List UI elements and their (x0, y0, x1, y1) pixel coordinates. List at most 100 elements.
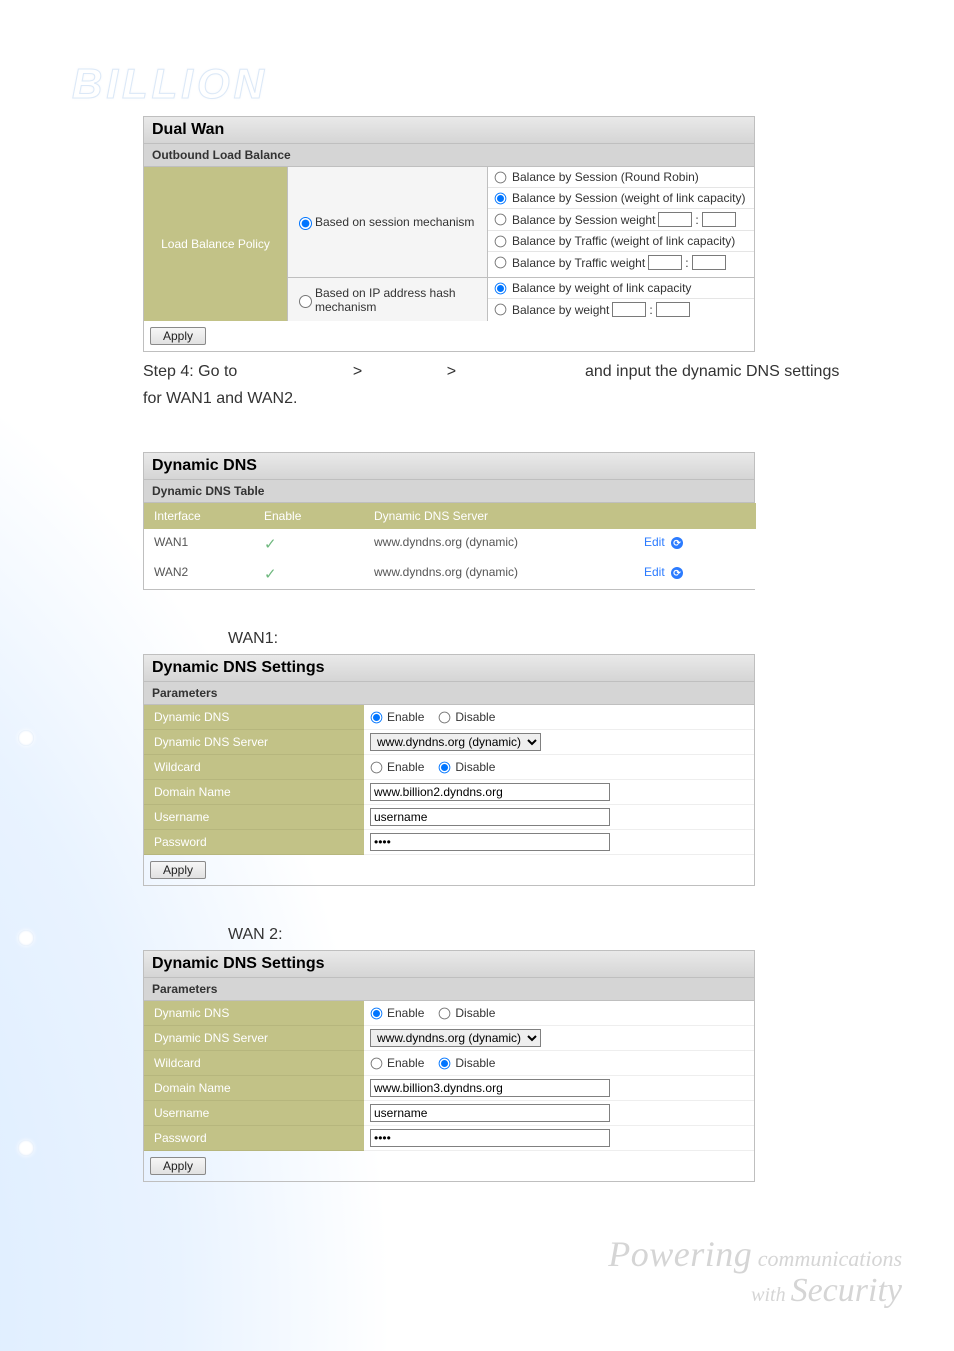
table-row: WAN2✓www.dyndns.org (dynamic)Edit ⟳ (144, 559, 754, 589)
weight-input[interactable] (702, 212, 736, 227)
balance-option-label: Balance by Traffic (weight of link capac… (512, 234, 735, 248)
footer-word: communications (752, 1246, 902, 1271)
balance-option-radio[interactable] (495, 282, 507, 294)
balance-option[interactable]: Balance by Session (Round Robin) (488, 167, 754, 188)
password-input[interactable] (370, 833, 610, 851)
param-value-wildcard: EnableDisable (364, 1051, 754, 1076)
balance-option-radio[interactable] (495, 304, 507, 316)
cell-enable: ✓ (254, 559, 364, 589)
check-icon: ✓ (264, 566, 277, 583)
balance-option-radio[interactable] (495, 235, 507, 247)
cell-enable: ✓ (254, 529, 364, 559)
cell-server: www.dyndns.org (dynamic) (364, 529, 634, 559)
panel-subtitle: Outbound Load Balance (144, 144, 754, 167)
param-label-domain: Domain Name (144, 1076, 364, 1101)
param-value-domain (364, 780, 754, 805)
balance-option-radio[interactable] (495, 171, 507, 183)
footer-word: with (751, 1284, 790, 1306)
dynamic-dns-table-panel: Dynamic DNS Dynamic DNS Table Interface … (143, 452, 755, 590)
param-label-wildcard: Wildcard (144, 755, 364, 780)
enable-radio[interactable] (371, 1008, 383, 1020)
weight-input[interactable] (656, 302, 690, 317)
server-select[interactable]: www.dyndns.org (dynamic) (370, 733, 541, 751)
enable-label: Enable (387, 760, 424, 774)
balance-option[interactable]: Balance by Traffic weight: (488, 252, 754, 273)
param-row: Username (144, 1101, 754, 1126)
param-label-pass: Password (144, 830, 364, 855)
edit-link[interactable]: Edit (644, 565, 665, 579)
footer-tagline: Powering communications with Security (608, 1236, 902, 1309)
param-label-server: Dynamic DNS Server (144, 1026, 364, 1051)
param-label-dyn: Dynamic DNS (144, 1001, 364, 1026)
server-select[interactable]: www.dyndns.org (dynamic) (370, 1029, 541, 1047)
domain-input[interactable] (370, 783, 610, 801)
param-label-user: Username (144, 1101, 364, 1126)
weight-input[interactable] (648, 255, 682, 270)
password-input[interactable] (370, 1129, 610, 1147)
disable-radio[interactable] (439, 1008, 451, 1020)
balance-option-label: Balance by weight (512, 303, 609, 317)
param-row: Domain Name (144, 780, 754, 805)
ddns-title: Dynamic DNS (144, 453, 754, 480)
param-row: WildcardEnableDisable (144, 1051, 754, 1076)
col-server: Dynamic DNS Server (364, 503, 634, 529)
balance-option[interactable]: Balance by Session (weight of link capac… (488, 188, 754, 209)
mode-ip-hash-mechanism[interactable]: Based on IP address hash mechanism (288, 278, 488, 321)
param-value-wildcard: EnableDisable (364, 755, 754, 780)
balance-option[interactable]: Balance by weight: (488, 299, 754, 320)
balance-option[interactable]: Balance by Session weight: (488, 209, 754, 231)
weight-input[interactable] (658, 212, 692, 227)
param-label-user: Username (144, 805, 364, 830)
apply-button[interactable]: Apply (150, 327, 206, 345)
iphash-options-group: Balance by weight of link capacity Balanc… (488, 278, 754, 321)
balance-option-radio[interactable] (495, 214, 507, 226)
enable-label: Enable (387, 1056, 424, 1070)
param-label-wildcard: Wildcard (144, 1051, 364, 1076)
edit-link[interactable]: Edit (644, 535, 665, 549)
cell-server: www.dyndns.org (dynamic) (364, 559, 634, 589)
mode-ip-hash-radio[interactable] (299, 295, 312, 308)
col-interface: Interface (144, 503, 254, 529)
weight-input[interactable] (692, 255, 726, 270)
ddns-subtitle: Dynamic DNS Table (144, 480, 754, 503)
cell-edit[interactable]: Edit ⟳ (634, 529, 756, 559)
apply-row: Apply (144, 855, 754, 885)
mode-session-mechanism[interactable]: Based on session mechanism (288, 167, 488, 277)
param-label-pass: Password (144, 1126, 364, 1151)
mode-session-radio[interactable] (299, 217, 312, 230)
balance-option[interactable]: Balance by weight of link capacity (488, 278, 754, 299)
footer-word: Security (791, 1272, 902, 1309)
param-row: Dynamic DNS Server www.dyndns.org (dynami… (144, 1026, 754, 1051)
enable-radio[interactable] (371, 1058, 383, 1070)
apply-button[interactable]: Apply (150, 1157, 206, 1175)
weight-input[interactable] (612, 302, 646, 317)
mode-ip-hash-label: Based on IP address hash mechanism (315, 286, 481, 314)
cell-edit[interactable]: Edit ⟳ (634, 559, 756, 589)
weight-sep: : (649, 303, 652, 317)
step-text-prefix: Step 4: Go to (143, 363, 242, 380)
edit-icon[interactable]: ⟳ (671, 567, 683, 579)
col-action (634, 503, 756, 529)
domain-input[interactable] (370, 1079, 610, 1097)
disable-radio[interactable] (439, 712, 451, 724)
balance-option-label: Balance by Traffic weight (512, 256, 645, 270)
breadcrumb-placeholder (461, 363, 581, 380)
breadcrumb-sep: > (353, 363, 367, 380)
param-value-dyn: EnableDisable (364, 1001, 754, 1026)
col-enable: Enable (254, 503, 364, 529)
disable-radio[interactable] (439, 1058, 451, 1070)
balance-option-label: Balance by weight of link capacity (512, 281, 691, 295)
balance-option[interactable]: Balance by Traffic (weight of link capac… (488, 231, 754, 252)
check-icon: ✓ (264, 536, 277, 553)
enable-radio[interactable] (371, 762, 383, 774)
enable-radio[interactable] (371, 712, 383, 724)
username-input[interactable] (370, 808, 610, 826)
username-input[interactable] (370, 1104, 610, 1122)
param-row: Domain Name (144, 1076, 754, 1101)
ddns-settings-sub: Parameters (144, 978, 754, 1001)
edit-icon[interactable]: ⟳ (671, 537, 683, 549)
apply-button[interactable]: Apply (150, 861, 206, 879)
balance-option-radio[interactable] (495, 257, 507, 269)
balance-option-radio[interactable] (495, 192, 507, 204)
disable-radio[interactable] (439, 762, 451, 774)
